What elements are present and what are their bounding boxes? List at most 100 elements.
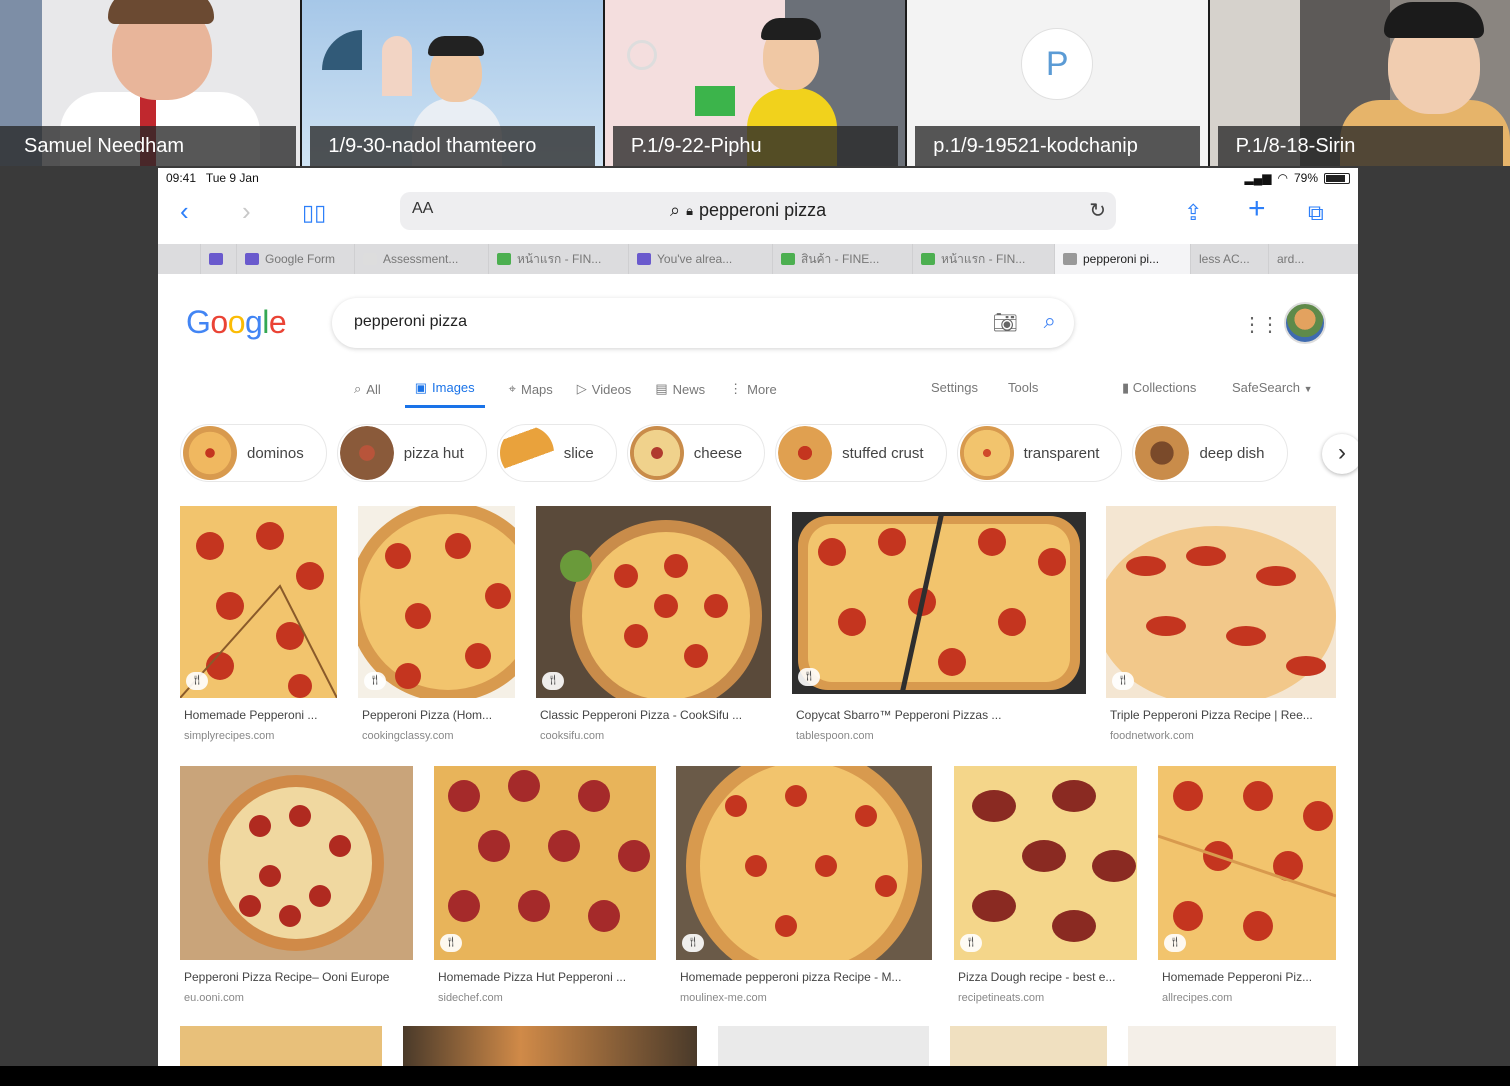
camera-icon[interactable]: 📷︎ [993,310,1018,335]
zoom-bottom-bar [0,1066,1510,1086]
image-result[interactable]: 🍴︎ [180,506,337,698]
image-result[interactable]: 🍴︎ [676,766,932,960]
bookmarks-icon[interactable]: ▯▯ [302,200,326,226]
search-input[interactable]: pepperoni pizza [354,313,467,331]
related-chip[interactable]: deep dish [1132,424,1288,482]
chevron-right-icon[interactable]: › [1322,434,1358,474]
image-caption[interactable]: Homemade Pizza Hut Pepperoni ... [438,970,656,984]
image-caption[interactable]: Pepperoni Pizza Recipe– Ooni Europe [184,970,414,984]
tab[interactable] [158,244,201,274]
chip-thumbnail [629,426,684,480]
image-result[interactable]: 🍴︎ [536,506,771,698]
image-caption[interactable]: Triple Pepperoni Pizza Recipe | Ree... [1110,708,1334,722]
image-result[interactable] [718,1026,929,1066]
reader-text-size-button[interactable]: AA [412,200,433,218]
participant-name: p.1/9-19521-kodchanip [915,126,1201,166]
image-result[interactable]: 🍴︎ [1158,766,1336,960]
chip-label: pizza hut [403,444,464,462]
related-chip[interactable]: dominos [180,424,327,482]
image-thumbnail [180,766,413,960]
tab[interactable]: หน้าแรก - FIN... [489,244,629,274]
tab-maps[interactable]: ⌖ Maps [509,370,553,408]
safesearch-label: SafeSearch [1232,380,1300,395]
tab[interactable]: Assessment... [355,244,489,274]
search-box[interactable]: pepperoni pizza 📷︎ ⌕ [332,298,1074,348]
new-tab-icon[interactable]: + [1248,194,1266,224]
tab-more[interactable]: ⋮ More [729,370,777,408]
forward-icon[interactable]: › [242,198,251,224]
related-chip[interactable]: stuffed crust [775,424,947,482]
participant-tile[interactable]: 1/9-30-nadol thamteero [302,0,603,166]
image-thumbnail [434,766,656,960]
participant-name: Samuel Needham [0,126,296,166]
image-result[interactable]: 🍴︎ [954,766,1137,960]
image-result[interactable]: 🍴︎ [792,512,1086,694]
tab[interactable] [201,244,237,274]
participant-tile[interactable]: P.1/9-22-Piphu [604,0,906,166]
image-result[interactable]: 🍴︎ [358,506,515,698]
safesearch-dropdown[interactable]: SafeSearch ▼ [1232,380,1312,395]
participant-tile[interactable]: Samuel Needham [0,0,301,166]
participant-tile[interactable]: P.1/8-18-Sirin [1209,0,1510,166]
google-logo[interactable]: Google [186,304,287,341]
tab[interactable]: less AC... [1191,244,1269,274]
chip-label: transparent [1023,444,1100,462]
reload-icon[interactable]: ↻ [1089,198,1106,223]
tab-label: less AC... [1199,252,1250,266]
tab[interactable]: Google Form [237,244,355,274]
participant-tile[interactable]: P p.1/9-19521-kodchanip [907,0,1208,166]
image-source: tablespoon.com [796,730,874,742]
image-result[interactable] [180,1026,382,1066]
image-source: cooksifu.com [540,730,605,742]
shared-screen: 09:41 Tue 9 Jan ▂▄▆ ◠ 79% ‹ › ▯▯ ⇪ + ⧉ A… [158,168,1358,1066]
tab[interactable]: สินค้า - FINE... [773,244,913,274]
tab[interactable]: You've alrea... [629,244,773,274]
signal-icon: ▂▄▆ [1244,171,1272,185]
image-caption[interactable]: Homemade Pepperoni Piz... [1162,970,1336,984]
image-result[interactable]: 🍴︎ [1106,506,1336,698]
image-thumbnail [180,506,337,698]
settings-link[interactable]: Settings [931,380,978,395]
news-icon: ▤ [655,381,668,396]
tab-news[interactable]: ▤ News [655,370,705,408]
related-chip[interactable]: slice [496,424,617,482]
image-caption[interactable]: Pepperoni Pizza (Hom... [362,708,512,722]
share-icon[interactable]: ⇪ [1184,200,1202,226]
tab[interactable]: หน้าแรก - FIN... [913,244,1055,274]
image-caption[interactable]: Copycat Sbarro™ Pepperoni Pizzas ... [796,708,1086,722]
address-bar[interactable]: AA ⌕ 🔒︎ pepperoni pizza ↻ [400,192,1116,230]
image-caption[interactable]: Classic Pepperoni Pizza - CookSifu ... [540,708,770,722]
tab-close-icon[interactable] [1063,253,1077,265]
tab-label: Google Form [265,252,336,266]
image-caption[interactable]: Homemade pepperoni pizza Recipe - M... [680,970,930,984]
search-icon: ⌕ [670,200,681,220]
tab-all[interactable]: ⌕ All [354,370,381,408]
related-chip[interactable]: transparent [956,424,1123,482]
tab-videos[interactable]: ▷ Videos [577,370,632,408]
tab-favicon [497,253,511,265]
image-caption[interactable]: Homemade Pepperoni ... [184,708,334,722]
tools-link[interactable]: Tools [1008,380,1038,395]
back-icon[interactable]: ‹ [180,198,189,224]
image-source: cookingclassy.com [362,730,454,742]
image-result[interactable] [180,766,413,960]
tab-images[interactable]: ▣ Images [404,370,485,408]
image-result[interactable]: 🍴︎ [434,766,656,960]
image-result[interactable] [1128,1026,1336,1066]
participant-strip: Samuel Needham 1/9-30-nadol thamteero P.… [0,0,1510,166]
search-icon[interactable]: ⌕ [1044,308,1056,334]
tab[interactable]: ard... [1269,244,1313,274]
image-result[interactable] [403,1026,697,1066]
avatar[interactable] [1284,302,1326,344]
related-chip[interactable]: cheese [626,424,766,482]
google-results-page: Google pepperoni pizza 📷︎ ⌕ ⋮⋮⋮ ⌕ All ▣ Im… [158,274,1358,1066]
collections-link[interactable]: ▮ Collections [1122,380,1196,396]
tab-favicon [781,253,795,265]
image-result[interactable] [950,1026,1107,1066]
tab-active[interactable]: pepperoni pi... [1055,244,1191,274]
tab-bar: Google Form Assessment... หน้าแรก - FIN.… [158,244,1358,274]
image-caption[interactable]: Pizza Dough recipe - best e... [958,970,1138,984]
lock-icon: 🔒︎ [686,202,694,218]
tabs-overview-icon[interactable]: ⧉ [1308,200,1324,226]
related-chip[interactable]: pizza hut [336,424,487,482]
